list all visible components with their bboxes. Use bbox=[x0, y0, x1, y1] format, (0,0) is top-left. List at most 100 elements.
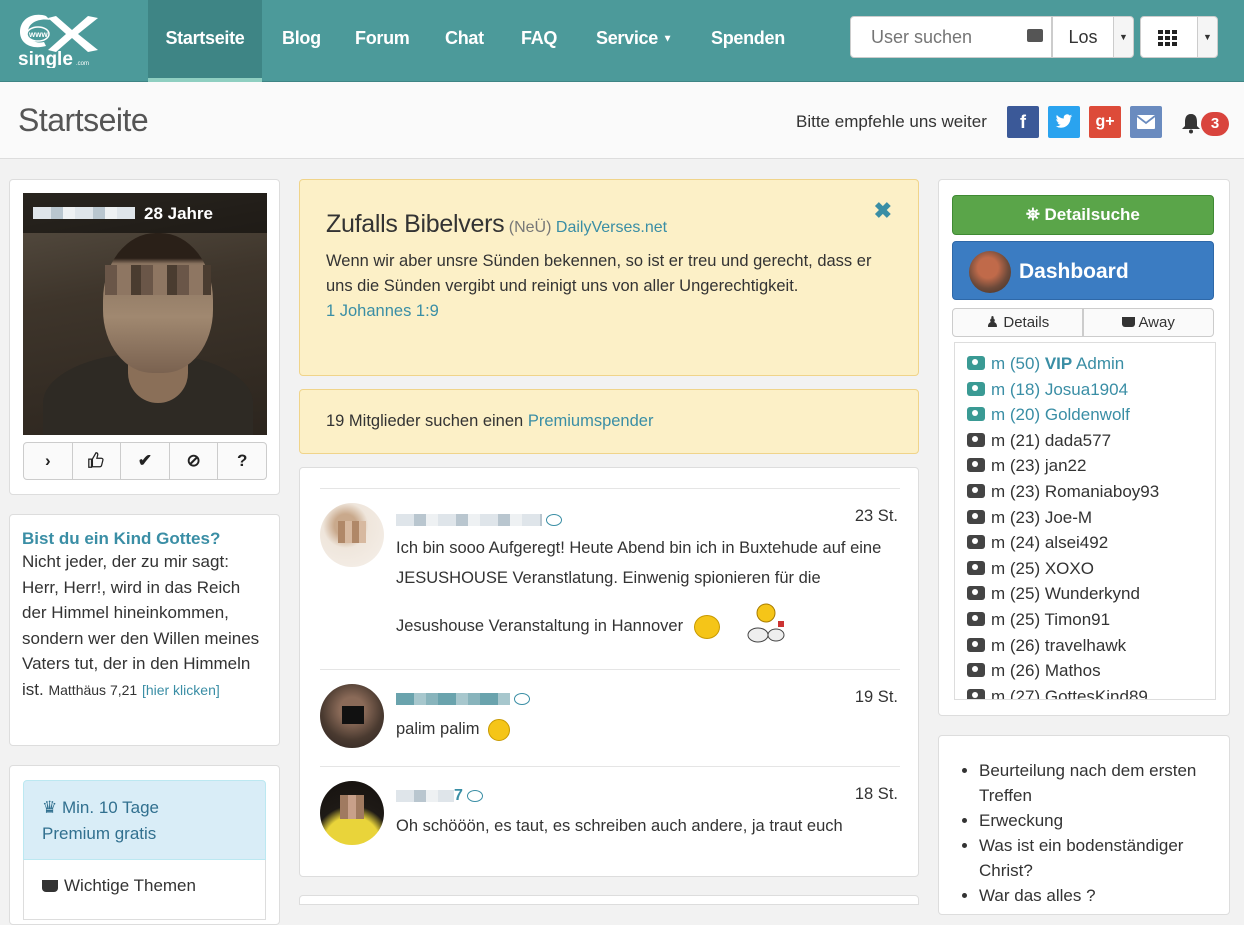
user-gender-age: m (23) bbox=[991, 456, 1045, 476]
camera-icon bbox=[967, 381, 985, 396]
post-text-line2: Jesushouse Veranstaltung in Hannover bbox=[396, 617, 684, 635]
user-list-item[interactable]: m (27) GottesKind89 bbox=[967, 684, 1203, 699]
help-button[interactable]: ? bbox=[218, 443, 266, 479]
bell-icon[interactable] bbox=[1180, 112, 1202, 134]
user-list-item[interactable]: m (50) VIP Admin bbox=[967, 351, 1203, 377]
nav-startseite[interactable]: Startseite bbox=[148, 0, 262, 82]
avatar[interactable] bbox=[320, 684, 384, 748]
user-list-item[interactable]: m (26) travelhawk bbox=[967, 633, 1203, 659]
user-list-item[interactable]: m (25) Timon91 bbox=[967, 607, 1203, 633]
search-dropdown-toggle[interactable]: ▼ bbox=[1113, 16, 1134, 58]
kind-reference: Matthäus 7,21 bbox=[48, 681, 138, 698]
recommend-text: Bitte empfehle uns weiter bbox=[796, 112, 987, 131]
premium-promo-box[interactable]: ♛ Min. 10 Tage Premium gratis bbox=[23, 780, 266, 860]
topic-link[interactable]: War das alles ? bbox=[979, 883, 1211, 908]
user-list-item[interactable]: m (18) Josua1904 bbox=[967, 377, 1203, 403]
kind-text: Nicht jeder, der zu mir sagt: Herr, Herr… bbox=[22, 549, 267, 703]
avatar[interactable] bbox=[320, 503, 384, 567]
profile-age-bar: 28 Jahre bbox=[23, 193, 267, 233]
blurred-author-name bbox=[396, 692, 510, 705]
premium-promo-panel: ♛ Min. 10 Tage Premium gratis Wichtige T… bbox=[9, 765, 280, 925]
search-go-button[interactable]: Los bbox=[1052, 16, 1114, 58]
user-name: Wunderkynd bbox=[1044, 584, 1140, 604]
nav-forum[interactable]: Forum bbox=[355, 0, 410, 82]
thinking-smiley-icon bbox=[488, 718, 511, 741]
online-user-list[interactable]: m (50) VIP Admin m (18) Josua1904 m (20) G… bbox=[954, 342, 1216, 700]
logo-com-text: .com bbox=[76, 61, 89, 67]
nav-service-label: Service bbox=[596, 28, 658, 48]
bible-verse-panel: ✖ Zufalls Bibelvers (NeÜ) DailyVerses.ne… bbox=[299, 179, 919, 376]
important-topics-item[interactable]: Wichtige Themen bbox=[23, 860, 266, 920]
google-plus-icon[interactable]: g+ bbox=[1089, 106, 1121, 138]
block-button[interactable]: ⊘ bbox=[170, 443, 219, 479]
verse-reference-link[interactable]: 1 Johannes 1:9 bbox=[326, 302, 439, 320]
verse-translation: (NeÜ) bbox=[508, 219, 552, 236]
user-list-item[interactable]: m (23) jan22 bbox=[967, 453, 1203, 479]
topic-link[interactable]: Beurteilung nach dem ersten Treffen bbox=[979, 758, 1211, 808]
notification-count-badge[interactable]: 3 bbox=[1201, 112, 1229, 136]
keyboard-icon[interactable] bbox=[1027, 29, 1043, 42]
promo-line2: Premium gratis bbox=[42, 824, 157, 843]
twitter-icon[interactable] bbox=[1048, 106, 1080, 138]
comment-bubble-icon[interactable] bbox=[514, 692, 530, 705]
activity-feed: 23 St. Ich bin sooo Aufgeregt! Heute Abe… bbox=[299, 467, 919, 877]
user-gender-age: m (23) bbox=[991, 481, 1045, 501]
user-name: XOXO bbox=[1044, 558, 1094, 578]
blurred-username bbox=[33, 207, 135, 219]
dashboard-label: Dashboard bbox=[1019, 260, 1129, 283]
user-search-input[interactable] bbox=[851, 17, 1021, 57]
envelope-icon[interactable] bbox=[1130, 106, 1162, 138]
user-name: Admin bbox=[1076, 354, 1125, 373]
dashboard-avatar bbox=[969, 251, 1011, 293]
next-panel-edge bbox=[299, 895, 919, 905]
nav-chat[interactable]: Chat bbox=[445, 0, 484, 82]
user-list-item[interactable]: m (25) Wunderkynd bbox=[967, 581, 1203, 607]
accept-button[interactable]: ✔ bbox=[121, 443, 170, 479]
away-button[interactable]: Away bbox=[1083, 308, 1214, 337]
topic-link[interactable]: Was ist ein bodenständiger Christ? bbox=[979, 833, 1211, 883]
camera-icon bbox=[967, 560, 985, 575]
comment-bubble-icon[interactable] bbox=[546, 513, 562, 526]
avatar[interactable] bbox=[320, 781, 384, 845]
apps-dropdown-toggle[interactable]: ▼ bbox=[1197, 16, 1218, 58]
user-list-item[interactable]: m (21) dada577 bbox=[967, 428, 1203, 454]
user-list-item[interactable]: m (20) Goldenwolf bbox=[967, 402, 1203, 428]
nav-blog[interactable]: Blog bbox=[282, 0, 321, 82]
topic-link[interactable]: Erweckung bbox=[979, 808, 1211, 833]
site-logo[interactable]: www single .com bbox=[16, 10, 102, 70]
user-list-item[interactable]: m (25) XOXO bbox=[967, 556, 1203, 582]
user-list-item[interactable]: m (23) Romaniaboy93 bbox=[967, 479, 1203, 505]
kind-link[interactable]: [hier klicken] bbox=[142, 682, 220, 698]
profile-photo[interactable]: 28 Jahre bbox=[23, 193, 267, 435]
user-gender-age: m (20) bbox=[991, 405, 1045, 425]
dashboard-button[interactable]: Dashboard bbox=[952, 241, 1214, 300]
post-author[interactable]: 7 bbox=[396, 787, 483, 805]
user-gender-age: m (26) bbox=[991, 661, 1045, 681]
verse-source-link[interactable]: DailyVerses.net bbox=[556, 219, 667, 236]
logo-www-text: www bbox=[28, 30, 48, 39]
nav-faq[interactable]: FAQ bbox=[521, 0, 557, 82]
user-name: Goldenwolf bbox=[1044, 405, 1130, 425]
user-list-item[interactable]: m (23) Joe-M bbox=[967, 505, 1203, 531]
user-gender-age: m (25) bbox=[991, 584, 1045, 604]
premium-donor-link[interactable]: Premiumspender bbox=[528, 412, 654, 430]
facebook-icon[interactable]: f bbox=[1007, 106, 1039, 138]
nav-service[interactable]: Service ▼ bbox=[596, 0, 673, 82]
promo-line1: Min. 10 Tage bbox=[61, 798, 160, 817]
post-author-suffix: 7 bbox=[454, 787, 463, 804]
user-list-item[interactable]: m (26) Mathos bbox=[967, 658, 1203, 684]
nav-spenden[interactable]: Spenden bbox=[711, 0, 785, 82]
comment-bubble-icon[interactable] bbox=[466, 789, 483, 802]
post-author[interactable] bbox=[396, 511, 562, 529]
camera-icon bbox=[967, 637, 985, 652]
like-button[interactable] bbox=[73, 443, 122, 479]
close-icon[interactable]: ✖ bbox=[874, 198, 892, 224]
important-topics-label: Wichtige Themen bbox=[64, 876, 196, 895]
next-button[interactable]: › bbox=[24, 443, 73, 479]
detail-search-button[interactable]: ⛯ Detailsuche bbox=[952, 195, 1214, 235]
apps-grid-button[interactable] bbox=[1140, 16, 1198, 58]
post-author[interactable] bbox=[396, 690, 530, 708]
user-list-item[interactable]: m (24) alsei492 bbox=[967, 530, 1203, 556]
details-button[interactable]: ♟ Details bbox=[952, 308, 1083, 337]
camera-icon bbox=[967, 458, 985, 473]
